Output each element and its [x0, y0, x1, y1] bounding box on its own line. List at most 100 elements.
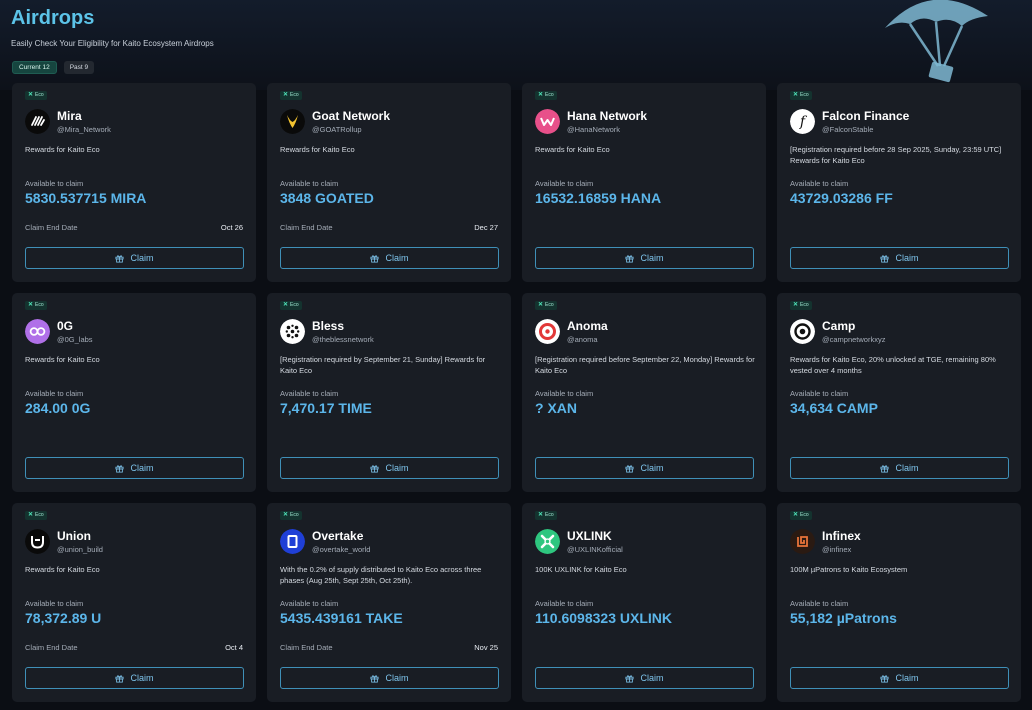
claim-button[interactable]: Claim	[25, 457, 244, 479]
available-label: Available to claim	[790, 179, 849, 188]
kaito-x-icon: ✕	[283, 302, 289, 308]
claim-button[interactable]: Claim	[790, 667, 1009, 689]
airdrop-card-infinex: ✕ Eco Infinex @infinex 100M µPatrons to …	[777, 503, 1021, 702]
project-name: Infinex	[822, 529, 861, 543]
claim-button-label: Claim	[130, 463, 154, 473]
gift-icon	[370, 254, 379, 263]
gift-icon	[880, 254, 889, 263]
gift-icon	[370, 464, 379, 473]
available-label: Available to claim	[535, 599, 594, 608]
reward-description: [Registration required before September …	[535, 355, 755, 375]
claim-button-label: Claim	[130, 253, 154, 263]
claim-amount: 43729.03286 FF	[790, 190, 893, 206]
claim-button-label: Claim	[640, 253, 664, 263]
eco-badge: ✕ Eco	[535, 301, 557, 310]
kaito-x-icon: ✕	[793, 512, 799, 518]
claim-button-label: Claim	[895, 673, 919, 683]
claim-amount: 34,634 CAMP	[790, 400, 878, 416]
eco-badge-label: Eco	[290, 512, 299, 518]
airdrop-card-anoma: ✕ Eco Anoma @anoma [Registration require…	[522, 293, 766, 492]
gift-icon	[115, 254, 124, 263]
eco-badge-label: Eco	[35, 512, 44, 518]
airdrop-card-falcon-finance: ✕ Eco f Falcon Finance @FalconStable [Re…	[777, 83, 1021, 282]
tab-past[interactable]: Past 9	[63, 61, 95, 74]
claim-button[interactable]: Claim	[535, 247, 754, 269]
reward-description: Rewards for Kaito Eco	[535, 145, 610, 154]
tab-current[interactable]: Current 12	[12, 61, 57, 74]
project-name: Hana Network	[567, 109, 648, 123]
project-name: Mira	[57, 109, 82, 123]
infinex-logo-icon	[790, 529, 815, 554]
project-handle: @HanaNetwork	[567, 125, 621, 134]
project-handle: @campnetworkxyz	[822, 335, 886, 344]
claim-end-date: Nov 25	[474, 643, 498, 652]
project-name: Camp	[822, 319, 856, 333]
reward-description: [Registration required before 28 Sep 202…	[790, 145, 1002, 165]
kaito-x-icon: ✕	[793, 302, 799, 308]
eco-badge: ✕ Eco	[790, 301, 812, 310]
eco-badge: ✕ Eco	[535, 511, 557, 520]
claim-amount: 284.00 0G	[25, 400, 91, 416]
claim-amount: 78,372.89 U	[25, 610, 102, 626]
hana-logo-icon	[535, 109, 560, 134]
claim-button[interactable]: Claim	[790, 247, 1009, 269]
reward-description: 100K UXLINK for Kaito Eco	[535, 565, 627, 574]
claim-button[interactable]: Claim	[25, 247, 244, 269]
gift-icon	[880, 464, 889, 473]
eco-badge-label: Eco	[545, 92, 554, 98]
claim-amount: 16532.16859 HANA	[535, 190, 662, 206]
available-label: Available to claim	[790, 599, 849, 608]
airdrop-card-goat-network: ✕ Eco Goat Network @GOATRollup Rewards f…	[267, 83, 511, 282]
eco-badge: ✕ Eco	[280, 301, 302, 310]
eco-badge-label: Eco	[290, 302, 299, 308]
overtake-logo-icon	[280, 529, 305, 554]
union-logo-icon	[25, 529, 50, 554]
claim-button[interactable]: Claim	[25, 667, 244, 689]
project-handle: @FalconStable	[822, 125, 874, 134]
tab-bar: Current 12 Past 9	[12, 61, 95, 74]
available-label: Available to claim	[25, 179, 84, 188]
airdrop-card-camp: ✕ Eco Camp @campnetworkxyz Rewards for K…	[777, 293, 1021, 492]
eco-badge: ✕ Eco	[25, 511, 47, 520]
reward-description: Rewards for Kaito Eco	[280, 145, 355, 154]
claim-button[interactable]: Claim	[535, 667, 754, 689]
eco-badge-label: Eco	[35, 92, 44, 98]
claim-end-date: Oct 26	[220, 223, 243, 232]
uxlink-logo-icon	[535, 529, 560, 554]
claim-amount: ? XAN	[535, 400, 577, 416]
airdrop-card-union: ✕ Eco Union @union_build Rewards for Kai…	[12, 503, 256, 702]
eco-badge: ✕ Eco	[790, 91, 812, 100]
airdrop-card-mira: ✕ Eco Mira @Mira_Network Rewards for Kai…	[12, 83, 256, 282]
kaito-x-icon: ✕	[538, 302, 544, 308]
claim-button[interactable]: Claim	[790, 457, 1009, 479]
project-name: Union	[57, 529, 91, 543]
project-name: Overtake	[312, 529, 364, 543]
reward-description: 100M µPatrons to Kaito Ecosystem	[790, 565, 908, 574]
claim-button[interactable]: Claim	[280, 247, 499, 269]
claim-button[interactable]: Claim	[280, 457, 499, 479]
project-name: 0G	[57, 319, 74, 333]
gift-icon	[115, 464, 124, 473]
claim-amount: 7,470.17 TIME	[280, 400, 372, 416]
page-header: Airdrops Easily Check Your Eligibility f…	[11, 6, 214, 48]
claim-button-label: Claim	[640, 463, 664, 473]
kaito-x-icon: ✕	[538, 512, 544, 518]
claim-button[interactable]: Claim	[280, 667, 499, 689]
project-name: UXLINK	[567, 529, 612, 543]
bless-logo-icon	[280, 319, 305, 344]
mira-logo-icon	[25, 109, 50, 134]
eco-badge-label: Eco	[800, 512, 809, 518]
kaito-x-icon: ✕	[28, 302, 34, 308]
claim-button-label: Claim	[130, 673, 154, 683]
project-handle: @union_build	[57, 545, 103, 554]
available-label: Available to claim	[280, 389, 339, 398]
claim-end-label: Claim End Date	[25, 643, 78, 652]
claim-end-label: Claim End Date	[25, 223, 78, 232]
claim-button[interactable]: Claim	[535, 457, 754, 479]
claim-button-label: Claim	[385, 673, 409, 683]
available-label: Available to claim	[535, 389, 594, 398]
eco-badge: ✕ Eco	[280, 511, 302, 520]
claim-end-label: Claim End Date	[280, 643, 333, 652]
claim-end-date: Dec 27	[474, 223, 498, 232]
reward-description: With the 0.2% of supply distributed to K…	[280, 565, 482, 585]
